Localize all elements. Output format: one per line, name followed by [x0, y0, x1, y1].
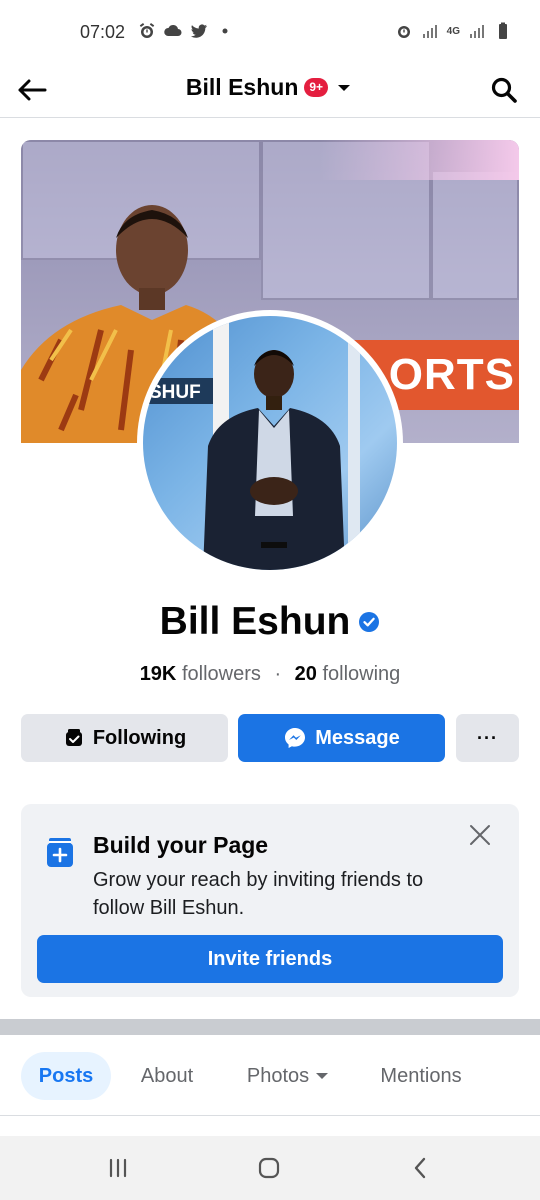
status-bar: 07:02 4G	[0, 0, 540, 64]
following-check-icon	[65, 729, 82, 746]
profile-tabs: Posts About Photos Mentions	[0, 1036, 540, 1116]
home-icon	[258, 1157, 280, 1179]
profile-name: Bill Eshun	[159, 600, 351, 643]
signal-icon	[470, 25, 484, 38]
home-button[interactable]	[249, 1150, 289, 1186]
alarm-icon	[139, 23, 155, 38]
profile-name-row: Bill Eshun	[0, 600, 540, 644]
following-count: 20	[294, 663, 317, 685]
following-button[interactable]: Following	[21, 714, 228, 762]
close-icon	[470, 825, 490, 845]
caret-down-icon	[334, 78, 354, 98]
search-icon	[491, 77, 517, 103]
battery-icon	[499, 22, 507, 39]
tab-mentions-label: Mentions	[380, 1064, 462, 1087]
chevron-left-icon	[414, 1157, 426, 1179]
followers-summary[interactable]: 19K followers · 20 following	[0, 663, 540, 686]
avatar-image: SHUF	[143, 316, 360, 570]
followers-count: 19K	[139, 663, 177, 685]
tab-posts-label: Posts	[38, 1064, 94, 1087]
following-button-label: Following	[92, 726, 187, 749]
profile-picture-frame[interactable]: SHUF	[137, 310, 403, 576]
search-button[interactable]	[486, 72, 522, 108]
build-page-card: Build your Page Grow your reach by invit…	[21, 804, 519, 997]
invite-friends-button[interactable]: Invite friends	[37, 935, 503, 983]
more-dots-icon: ···	[477, 727, 498, 748]
close-card-button[interactable]	[465, 820, 495, 850]
card-title: Build your Page	[93, 832, 269, 858]
tab-about[interactable]: About	[128, 1052, 206, 1100]
separator-dot: ·	[274, 663, 282, 685]
system-back-button[interactable]	[400, 1150, 440, 1186]
app-header: Bill Eshun 9+	[0, 64, 540, 118]
recent-apps-icon	[109, 1158, 127, 1178]
tab-photos-label: Photos	[246, 1064, 310, 1087]
tab-photos[interactable]: Photos	[228, 1052, 348, 1100]
messenger-icon	[285, 728, 306, 748]
header-title-switcher[interactable]: Bill Eshun 9+	[0, 74, 540, 101]
tab-posts[interactable]: Posts	[21, 1052, 111, 1100]
card-description: Grow your reach by inviting friends to f…	[93, 869, 424, 919]
followers-label: followers	[181, 663, 261, 685]
notification-badge: 9+	[304, 78, 329, 97]
verified-badge-icon	[359, 612, 380, 632]
system-nav-bar	[0, 1136, 540, 1200]
more-options-button[interactable]: ···	[456, 714, 519, 762]
caret-down-icon	[316, 1073, 329, 1079]
recent-apps-button[interactable]	[98, 1150, 138, 1186]
message-button-label: Message	[315, 726, 400, 749]
signal-icon	[422, 25, 437, 38]
avatar: SHUF	[143, 316, 397, 570]
profile-actions: Following Message ···	[21, 714, 519, 762]
message-button[interactable]: Message	[238, 714, 445, 762]
status-time: 07:02	[80, 22, 126, 42]
cover-backdrop-panel	[431, 170, 519, 300]
status-right-icons: 4G	[395, 22, 512, 40]
tab-about-label: About	[140, 1064, 194, 1087]
cover-light	[319, 140, 519, 180]
cloud-icon	[164, 24, 182, 36]
avatar-sign-text: SHUF	[149, 382, 201, 403]
following-label: following	[322, 663, 401, 685]
twitter-icon	[190, 24, 207, 38]
header-title: Bill Eshun	[185, 74, 299, 100]
page-add-icon	[47, 838, 73, 867]
dot-icon	[222, 28, 228, 34]
tab-mentions[interactable]: Mentions	[362, 1052, 480, 1100]
section-divider	[0, 1019, 540, 1035]
4g-icon: 4G	[446, 25, 460, 37]
alarm-icon	[397, 26, 410, 38]
status-left-icons	[138, 22, 234, 40]
